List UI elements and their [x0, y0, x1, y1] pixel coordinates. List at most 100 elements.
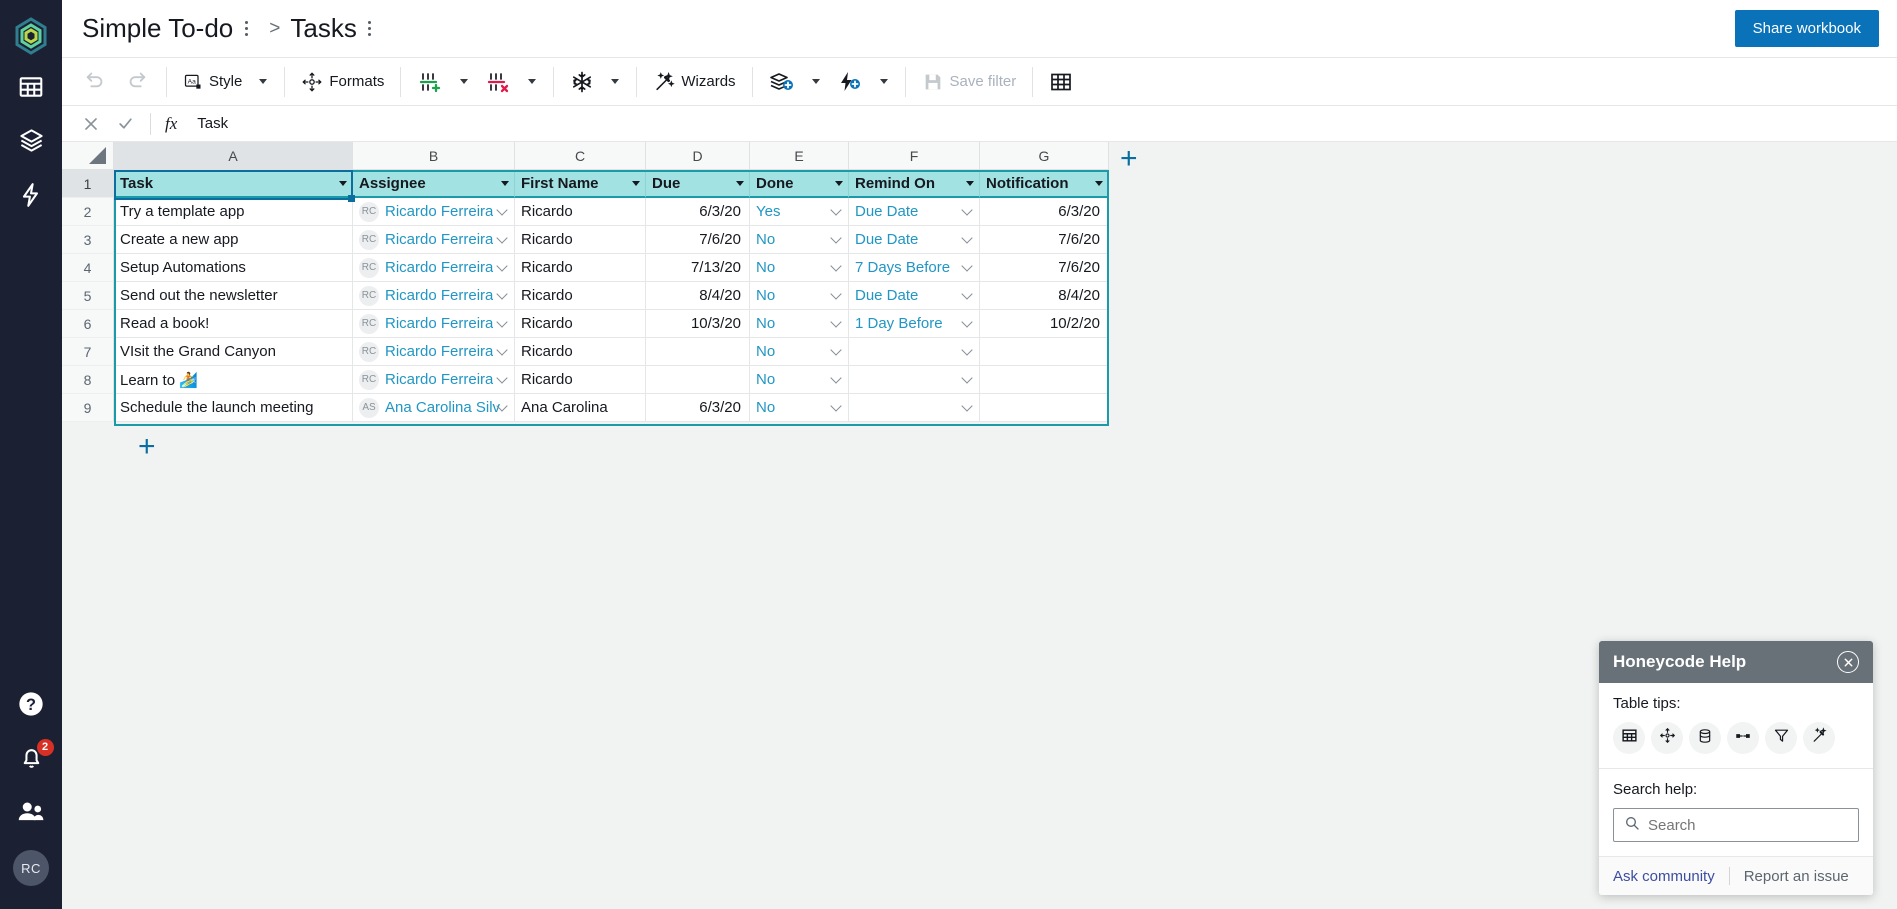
cell-due[interactable]: 7/6/20 [646, 226, 750, 254]
workbook-menu-icon[interactable] [237, 16, 255, 42]
column-title-due[interactable]: Due [646, 170, 750, 198]
grid-toggle-button[interactable] [1041, 65, 1081, 99]
cell-notification[interactable] [980, 366, 1109, 394]
filter-caret-icon[interactable] [835, 181, 843, 186]
cell-notification[interactable]: 10/2/20 [980, 310, 1109, 338]
cell-done[interactable]: No [750, 338, 849, 366]
chevron-down-icon[interactable] [962, 376, 973, 383]
cell-notification[interactable] [980, 338, 1109, 366]
cell-remind-on[interactable] [849, 366, 980, 394]
chevron-down-icon[interactable] [962, 236, 973, 243]
sheet-menu-icon[interactable] [361, 16, 379, 42]
chevron-down-icon[interactable] [962, 404, 973, 411]
chevron-down-icon[interactable] [831, 404, 842, 411]
cell-assignee[interactable]: RC Ricardo Ferreira [353, 254, 515, 282]
close-icon[interactable] [1837, 651, 1859, 673]
row-header-5[interactable]: 5 [62, 282, 114, 310]
cell-task[interactable]: Send out the newsletter [114, 282, 353, 310]
cell-due[interactable] [646, 338, 750, 366]
chevron-down-icon[interactable] [497, 236, 508, 243]
sidebar-item-notifications[interactable]: 2 [0, 733, 62, 787]
delete-rows-button[interactable] [477, 65, 519, 99]
filter-caret-icon[interactable] [1095, 181, 1103, 186]
column-header-e[interactable]: E [750, 142, 849, 170]
cell-assignee[interactable]: RC Ricardo Ferreira [353, 366, 515, 394]
cell-notification[interactable]: 7/6/20 [980, 226, 1109, 254]
cell-due[interactable]: 10/3/20 [646, 310, 750, 338]
cell-done[interactable]: No [750, 282, 849, 310]
cell-task[interactable]: Read a book! [114, 310, 353, 338]
add-table-caret-icon[interactable] [811, 79, 820, 84]
freeze-caret-icon[interactable] [611, 79, 620, 84]
cell-remind-on[interactable]: Due Date [849, 226, 980, 254]
cell-remind-on[interactable]: Due Date [849, 282, 980, 310]
chevron-down-icon[interactable] [497, 264, 508, 271]
user-avatar[interactable]: RC [0, 841, 62, 895]
chevron-down-icon[interactable] [497, 208, 508, 215]
insert-rows-button[interactable] [409, 65, 451, 99]
delete-rows-caret-icon[interactable] [528, 79, 537, 84]
cell-notification[interactable]: 7/6/20 [980, 254, 1109, 282]
add-automation-button[interactable] [829, 65, 871, 99]
ask-community-link[interactable]: Ask community [1613, 868, 1715, 885]
column-title-done[interactable]: Done [750, 170, 849, 198]
chevron-down-icon[interactable] [831, 376, 842, 383]
filter-caret-icon[interactable] [339, 181, 347, 186]
cell-first-name[interactable]: Ricardo [515, 198, 646, 226]
cell-assignee[interactable]: RC Ricardo Ferreira [353, 338, 515, 366]
column-title-notification[interactable]: Notification [980, 170, 1109, 198]
row-header-4[interactable]: 4 [62, 254, 114, 282]
add-table-button[interactable] [761, 65, 803, 99]
row-header-7[interactable]: 7 [62, 338, 114, 366]
sidebar-item-automations[interactable] [0, 170, 62, 224]
cell-assignee[interactable]: RC Ricardo Ferreira [353, 282, 515, 310]
chevron-down-icon[interactable] [831, 292, 842, 299]
insert-rows-caret-icon[interactable] [460, 79, 469, 84]
column-header-f[interactable]: F [849, 142, 980, 170]
style-button[interactable]: Aa Style [175, 65, 250, 99]
cell-done[interactable]: No [750, 394, 849, 422]
chevron-down-icon[interactable] [497, 348, 508, 355]
column-title-first-name[interactable]: First Name [515, 170, 646, 198]
row-header-6[interactable]: 6 [62, 310, 114, 338]
chevron-down-icon[interactable] [962, 208, 973, 215]
search-box[interactable] [1613, 808, 1859, 842]
cell-task[interactable]: Learn to 🏄 [114, 366, 353, 394]
search-input[interactable] [1648, 816, 1848, 834]
cell-first-name[interactable]: Ana Carolina [515, 394, 646, 422]
formula-cancel-icon[interactable] [74, 116, 108, 132]
tip-move[interactable] [1651, 722, 1683, 754]
cell-first-name[interactable]: Ricardo [515, 366, 646, 394]
select-all-corner[interactable] [62, 142, 114, 170]
cell-task[interactable]: Try a template app [114, 198, 353, 226]
cell-done[interactable]: No [750, 366, 849, 394]
chevron-down-icon[interactable] [497, 320, 508, 327]
chevron-down-icon[interactable] [831, 264, 842, 271]
chevron-down-icon[interactable] [497, 292, 508, 299]
column-title-task[interactable]: Task [114, 170, 353, 198]
sidebar-item-members[interactable] [0, 787, 62, 841]
row-header-8[interactable]: 8 [62, 366, 114, 394]
workbook-title[interactable]: Simple To-do [82, 13, 233, 44]
row-header-1[interactable]: 1 [62, 170, 114, 198]
formats-button[interactable]: Formats [293, 65, 392, 99]
cell-task[interactable]: Setup Automations [114, 254, 353, 282]
cell-task[interactable]: Create a new app [114, 226, 353, 254]
chevron-down-icon[interactable] [831, 236, 842, 243]
cell-remind-on[interactable] [849, 394, 980, 422]
column-header-c[interactable]: C [515, 142, 646, 170]
formula-accept-icon[interactable] [108, 115, 142, 132]
cell-first-name[interactable]: Ricardo [515, 338, 646, 366]
cell-remind-on[interactable]: 7 Days Before [849, 254, 980, 282]
tip-database[interactable] [1689, 722, 1721, 754]
cell-assignee[interactable]: RC Ricardo Ferreira [353, 198, 515, 226]
column-title-assignee[interactable]: Assignee [353, 170, 515, 198]
tip-table-grid[interactable] [1613, 722, 1645, 754]
cell-first-name[interactable]: Ricardo [515, 254, 646, 282]
honeycode-logo-icon[interactable] [0, 10, 62, 62]
cell-remind-on[interactable]: 1 Day Before [849, 310, 980, 338]
filter-caret-icon[interactable] [966, 181, 974, 186]
column-header-g[interactable]: G [980, 142, 1109, 170]
row-header-9[interactable]: 9 [62, 394, 114, 422]
chevron-down-icon[interactable] [962, 292, 973, 299]
